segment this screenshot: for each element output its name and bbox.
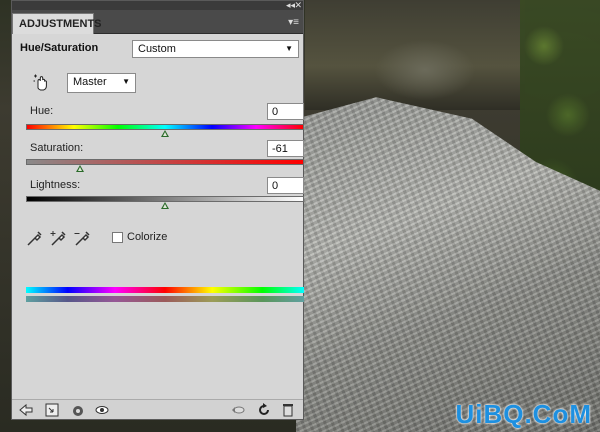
visibility-eye-icon[interactable] (70, 402, 86, 418)
panel-menu-icon[interactable]: ▾≡ (288, 17, 299, 28)
hue-slider-thumb[interactable] (161, 130, 169, 137)
saturation-slider-track[interactable] (26, 159, 304, 165)
hue-label: Hue: (30, 105, 54, 117)
chevron-down-icon: ▼ (285, 44, 293, 53)
preset-dropdown[interactable]: Custom ▼ (132, 40, 299, 58)
channel-dropdown[interactable]: Master ▼ (67, 73, 136, 93)
panel-footer (12, 399, 303, 419)
trash-icon[interactable] (280, 402, 296, 418)
panel-tab-adjustments[interactable]: ADJUSTMENTS (12, 13, 102, 34)
reset-icon[interactable] (256, 402, 272, 418)
lightness-value-input[interactable]: 0 (267, 177, 304, 194)
chevron-down-icon: ▼ (122, 77, 130, 86)
saturation-slider-thumb[interactable] (76, 165, 85, 172)
hue-value-input[interactable]: 0 (267, 103, 304, 120)
panel-top-strip: ◂◂ ✕ (12, 0, 303, 10)
eyedropper-icon[interactable] (26, 229, 44, 247)
visibility-eye-icon[interactable] (94, 402, 110, 418)
back-icon[interactable] (18, 402, 34, 418)
panel-header: ADJUSTMENTS ▾≡ (12, 10, 303, 34)
close-icon[interactable]: ✕ (294, 0, 302, 10)
adjustments-panel: ◂◂ ✕ ADJUSTMENTS ▾≡ Hue/Saturation Custo… (11, 0, 304, 420)
adjustment-type-label: Hue/Saturation (20, 42, 99, 54)
eyedropper-minus-icon[interactable] (74, 229, 92, 247)
clip-layer-icon[interactable] (44, 402, 60, 418)
eyedropper-group (26, 229, 106, 249)
cliff-background (305, 0, 525, 110)
hand-target-icon[interactable] (32, 73, 52, 93)
preset-value: Custom (138, 43, 176, 55)
eyedropper-plus-icon[interactable] (50, 229, 68, 247)
channel-value: Master (73, 76, 107, 88)
hue-range-bar-source (26, 287, 304, 293)
colorize-checkbox[interactable] (112, 232, 123, 243)
lightness-label: Lightness: (30, 179, 81, 191)
colorize-label: Colorize (127, 231, 168, 243)
preset-row: Hue/Saturation Custom ▼ (20, 40, 300, 61)
watermark: UiBQ.CoM (455, 399, 592, 429)
lightness-slider-thumb[interactable] (161, 202, 169, 209)
saturation-label: Saturation: (30, 142, 84, 154)
hue-range-bar-result (26, 296, 304, 302)
saturation-value-input[interactable]: -61 (267, 140, 304, 157)
view-previous-icon[interactable] (230, 402, 246, 418)
